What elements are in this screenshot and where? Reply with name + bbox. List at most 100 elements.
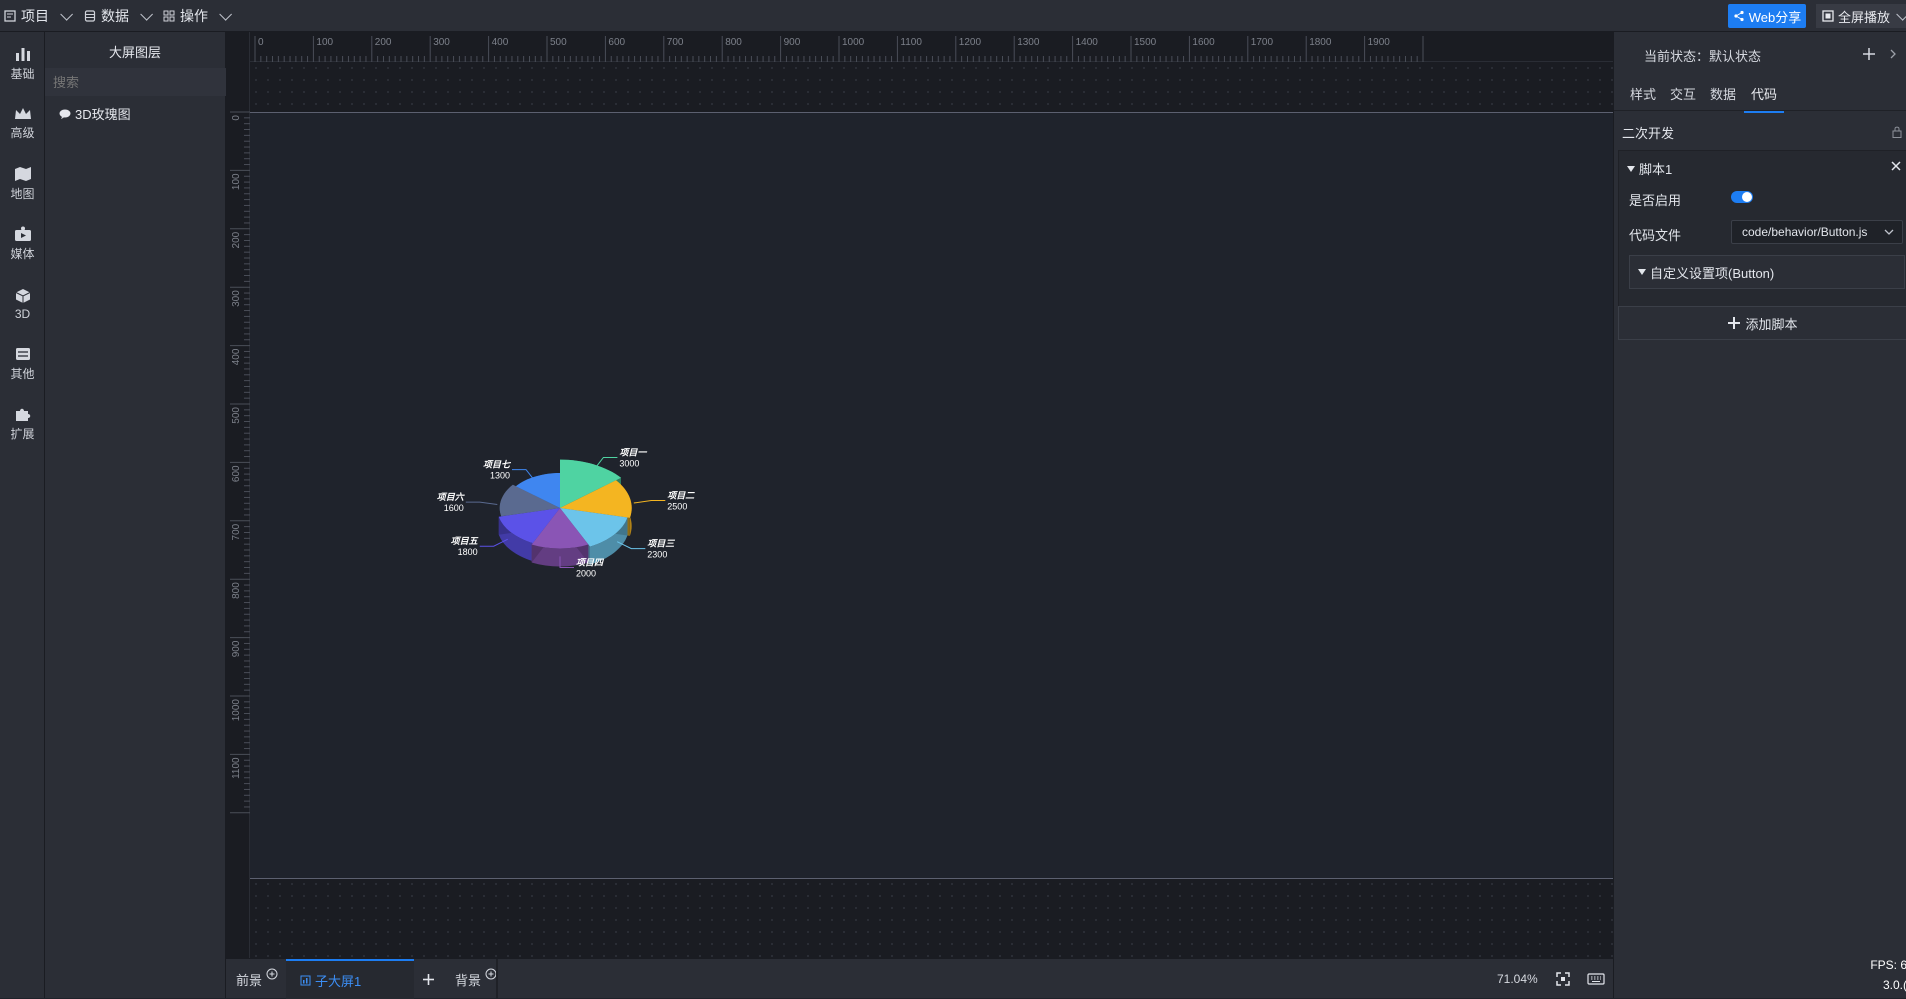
rail-item-map[interactable]: 地图 (0, 158, 45, 210)
rose-value-label: 1600 (444, 503, 464, 513)
chevron-down-icon (60, 7, 73, 21)
zoom-level[interactable]: 71.04% (1497, 959, 1538, 999)
caret-down-icon (1638, 269, 1646, 275)
cube-icon (15, 288, 30, 303)
ruler-tick-label: 1700 (1251, 37, 1274, 48)
rose-value-label: 2500 (667, 502, 687, 512)
chevron-down-icon (1884, 229, 1894, 235)
chevron-down-icon (219, 7, 232, 21)
ruler-tick-label: 300 (433, 37, 450, 48)
ruler-tick-label: 500 (231, 407, 242, 424)
rail-item-advanced[interactable]: 高级 (0, 98, 45, 150)
plus-icon (423, 973, 434, 985)
rose-label-line (595, 457, 618, 468)
rose-category-label: 项目一 (619, 448, 647, 458)
project-icon (4, 10, 16, 22)
ruler-tick-label: 0 (258, 37, 264, 48)
ruler-tick-label: 1000 (231, 699, 242, 722)
rail-item-media[interactable]: 媒体 (0, 218, 45, 270)
ruler-tick-label: 1600 (1192, 37, 1215, 48)
ruler-tick-label: 500 (550, 37, 567, 48)
chevron-right-icon[interactable] (1889, 49, 1897, 59)
rose-category-label: 项目四 (576, 558, 605, 568)
tab-foreground-label: 前景 (236, 972, 263, 988)
ruler-tick-label: 1100 (231, 757, 242, 779)
ruler-tick-label: 1000 (842, 37, 865, 48)
ruler-tick-label: 1500 (1134, 37, 1157, 48)
ruler-tick-label: 700 (231, 523, 242, 540)
current-state-label: 当前状态：默认状态 (1644, 49, 1762, 64)
property-panel: 当前状态：默认状态 样式 交互 数据 代码 二次开发 脚本1 是否启用 代码文件… (1613, 32, 1906, 998)
code-file-select[interactable]: code/behavior/Button.js (1731, 220, 1903, 244)
ruler-tick-label: 400 (231, 348, 242, 365)
add-script-label: 添加脚本 (1745, 316, 1798, 332)
ruler-left: 0 100 200 300 400 500 600 700 800 900 1000 1100 (226, 32, 250, 958)
add-state-icon[interactable] (1862, 47, 1876, 61)
rail-item-label: 媒体 (10, 247, 35, 261)
script-card: 脚本1 是否启用 代码文件 code/behavior/Button.js 自定… (1618, 150, 1906, 324)
ruler-tick-label: 600 (231, 465, 242, 482)
tab-style[interactable]: 样式 (1630, 84, 1656, 103)
close-icon[interactable] (1891, 161, 1901, 171)
rose-category-label: 项目三 (647, 539, 675, 549)
ruler-tick-label: 1200 (959, 37, 982, 48)
add-script-button[interactable]: 添加脚本 (1618, 306, 1906, 340)
media-icon (14, 226, 31, 241)
add-circle-icon[interactable] (266, 968, 278, 980)
rail-item-basic[interactable]: 基础 (0, 38, 45, 90)
rail-item-label: 扩展 (10, 427, 35, 441)
tab-screen-layers[interactable]: 大屏图层 (103, 42, 167, 71)
bar-chart-icon (15, 48, 30, 61)
screen-artboard[interactable]: 项目一 3000 项目二 2500 项目三 2300 项目四 2000 项目五 1800 项目六 16… (250, 112, 1613, 879)
menu-data-label: 数据 (101, 8, 129, 24)
add-screen-button[interactable] (422, 959, 435, 999)
fullscreen-button[interactable]: 全屏播放 (1816, 4, 1906, 28)
rose-label-line (512, 469, 535, 480)
chevron-down-icon (1896, 7, 1906, 21)
layer-search-input[interactable] (45, 68, 226, 96)
web-share-button[interactable]: Web分享 (1728, 4, 1806, 28)
menu-operation[interactable]: 操作 (163, 0, 232, 32)
chevron-down-icon (140, 7, 153, 21)
tab-background[interactable]: 背景 (455, 959, 497, 999)
ruler-tick-label: 700 (667, 37, 684, 48)
rose-label-line (633, 500, 666, 504)
rose-value-label: 1800 (458, 547, 478, 557)
menu-project-label: 项目 (21, 8, 49, 24)
code-file-label: 代码文件 (1629, 228, 1682, 243)
tab-code[interactable]: 代码 (1744, 84, 1784, 113)
rose-category-label: 项目七 (483, 460, 512, 470)
script-header[interactable]: 脚本1 (1627, 159, 1672, 178)
rose-category-label: 项目五 (451, 536, 479, 546)
ruler-tick-label: 1800 (1309, 37, 1332, 48)
fps-readout: FPS: 6 (1870, 958, 1906, 972)
lock-icon[interactable] (1892, 126, 1902, 138)
tab-data[interactable]: 数据 (1710, 84, 1736, 103)
tab-divider (496, 959, 498, 999)
ruler-tick-label: 100 (316, 37, 333, 48)
ruler-tick-label: 1400 (1076, 37, 1099, 48)
ruler-tick-label: 900 (231, 640, 242, 657)
tab-sub-screen-1[interactable]: 子大屏1 (286, 959, 414, 999)
tab-foreground[interactable]: 前景 (236, 959, 278, 999)
rose-value-label: 2300 (647, 550, 667, 560)
tab-background-label: 背景 (455, 972, 482, 988)
menu-data[interactable]: 数据 (84, 0, 153, 32)
tab-interaction[interactable]: 交互 (1670, 84, 1696, 103)
keyboard-button[interactable] (1587, 959, 1605, 999)
enabled-toggle[interactable] (1731, 191, 1753, 203)
rail-item-label: 高级 (10, 126, 35, 140)
rail-item-other[interactable]: 其他 (0, 338, 45, 390)
rose-category-label: 项目二 (667, 491, 695, 501)
layer-item-3d-rose[interactable]: 3D玫瑰图 (59, 104, 131, 123)
fit-screen-button[interactable] (1556, 959, 1570, 999)
rail-item-extension[interactable]: 扩展 (0, 398, 45, 450)
custom-settings-label: 自定义设置项(Button) (1650, 265, 1775, 281)
enabled-label: 是否启用 (1629, 193, 1682, 208)
layer-panel: 大屏图层 3D玫瑰图 (45, 32, 226, 998)
rose-pie-chart[interactable]: 项目一3000 项目二2500 项目三2300 项目四2000 项目五1800 项目六16… (380, 393, 740, 633)
custom-settings-collapse[interactable]: 自定义设置项(Button) (1629, 255, 1905, 289)
menu-project[interactable]: 项目 (4, 0, 73, 32)
rail-item-3d[interactable]: 3D (0, 278, 45, 330)
ruler-tick-label: 800 (231, 582, 242, 599)
